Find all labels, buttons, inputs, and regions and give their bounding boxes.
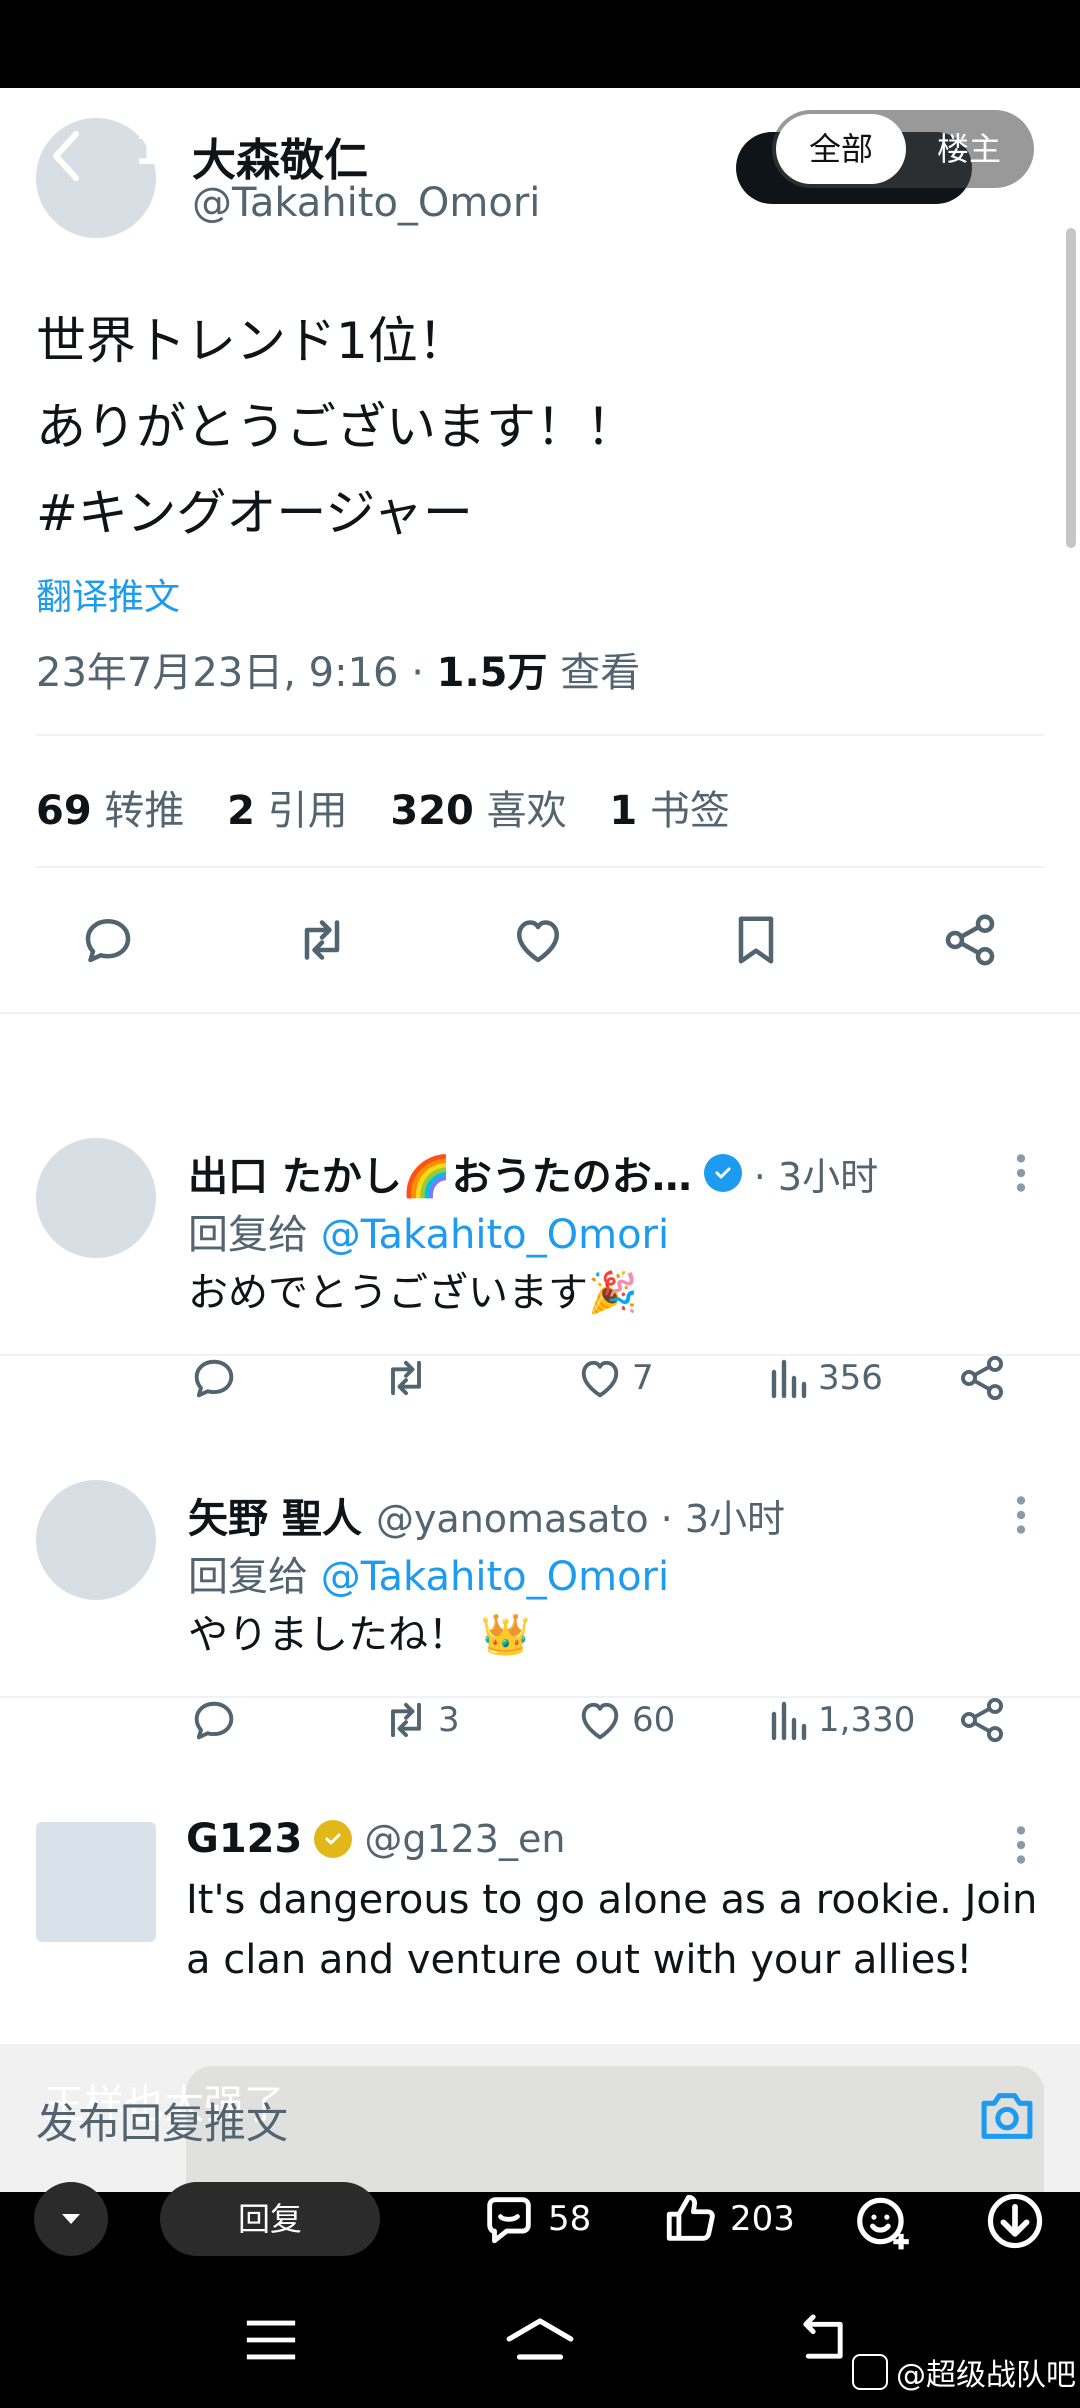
- bookmarks-stat[interactable]: 1 书签: [609, 788, 730, 834]
- collapse-button[interactable]: [34, 2182, 108, 2256]
- back-icon[interactable]: [46, 126, 86, 186]
- reply-item[interactable]: 出口 たかし🌈おうたのお… · 3小时 回复给 @Takahito_Omori …: [0, 1014, 1080, 1401]
- reply-icon[interactable]: [78, 910, 138, 970]
- divider: [36, 734, 1044, 736]
- watermark: @超级战队吧: [852, 2350, 1076, 2394]
- tweet-views-label: 查看: [547, 650, 641, 696]
- likes-stat[interactable]: 320 喜欢: [390, 788, 566, 834]
- status-bar: [0, 0, 1080, 88]
- tweet-views-count: 1.5万: [436, 650, 548, 696]
- reply-time: · 3小时: [753, 1154, 879, 1199]
- camera-icon[interactable]: [976, 2088, 1038, 2144]
- reply-body: おめでとうございます🎉: [188, 1270, 638, 1316]
- promo-author-name[interactable]: G123: [186, 1816, 302, 1862]
- reply-to-line: 回复给 @Takahito_Omori: [188, 1554, 670, 1600]
- thumbs-up-icon: [666, 2194, 715, 2241]
- promo-body: It's dangerous to go alone as a rookie. …: [186, 1877, 1038, 1983]
- comments-action[interactable]: 58: [480, 2190, 591, 2248]
- chevron-down-icon: [62, 2214, 80, 2224]
- tieba-logo-icon: [852, 2354, 888, 2390]
- quotes-stat[interactable]: 2 引用: [227, 788, 348, 834]
- reply-body: やりましたね！ 👑: [188, 1612, 531, 1658]
- retweets-stat[interactable]: 69 转推: [36, 788, 184, 834]
- compose-input[interactable]: 发布回复推文: [36, 2090, 288, 2151]
- share-icon[interactable]: [940, 910, 1000, 970]
- toggle-op[interactable]: 楼主: [906, 114, 1032, 184]
- more-options-icon[interactable]: [1006, 1148, 1036, 1198]
- more-options-icon[interactable]: [1006, 1490, 1036, 1540]
- download-icon[interactable]: [984, 2190, 1046, 2256]
- reply-button[interactable]: 回复: [160, 2182, 380, 2256]
- divider: [36, 866, 1044, 868]
- emoji-add-icon[interactable]: [852, 2190, 914, 2256]
- reply-handle-time: @yanomasato · 3小时: [375, 1496, 785, 1541]
- retweet-icon[interactable]: [292, 910, 352, 970]
- reply-item[interactable]: 矢野 聖人 @yanomasato · 3小时 回复给 @Takahito_Om…: [0, 1356, 1080, 1743]
- reply-author-name[interactable]: 出口 たかし🌈おうたのお…: [188, 1144, 692, 1202]
- verified-badge-icon: [703, 1154, 742, 1192]
- comment-icon: [487, 2197, 531, 2244]
- tweet-stats: 69 转推 2 引用 320 喜欢 1 书签: [36, 778, 730, 836]
- tweet-text-line2: ありがとうございます！！: [36, 398, 636, 456]
- menu-icon[interactable]: [242, 2318, 300, 2366]
- like-icon[interactable]: [508, 910, 568, 970]
- home-icon[interactable]: [504, 2312, 576, 2370]
- scrollbar[interactable]: [1066, 228, 1076, 548]
- more-options-icon[interactable]: [1006, 1820, 1036, 1870]
- toggle-all[interactable]: 全部: [776, 114, 906, 184]
- tweet-text-line1: 世界トレンド1位！: [36, 312, 468, 370]
- back-nav-icon[interactable]: [796, 2314, 850, 2368]
- reply-to-line: 回复给 @Takahito_Omori: [188, 1212, 670, 1258]
- author-handle[interactable]: @Takahito_Omori: [192, 180, 540, 226]
- tweet-date: 23年7月23日, 9:16 ·: [36, 650, 437, 696]
- reply-to-mention[interactable]: @Takahito_Omori: [321, 1212, 669, 1258]
- verified-badge-icon: [314, 1820, 353, 1858]
- reply-header: 矢野 聖人 @yanomasato · 3小时: [188, 1486, 785, 1544]
- watermark-text: @超级战队吧: [896, 2358, 1076, 2393]
- bookmark-icon[interactable]: [726, 910, 786, 970]
- thumbs-up-action[interactable]: 203: [662, 2190, 795, 2248]
- promo-header: G123 @g123_en: [186, 1816, 565, 1862]
- promo-handle: @g123_en: [364, 1817, 566, 1861]
- promo-avatar[interactable]: [36, 1822, 156, 1942]
- likes-count: 203: [730, 2199, 795, 2239]
- reply-header: 出口 たかし🌈おうたのお… · 3小时: [188, 1144, 878, 1202]
- reply-avatar[interactable]: [36, 1138, 156, 1258]
- tweet-meta: 23年7月23日, 9:16 · 1.5万 查看: [36, 640, 640, 698]
- comments-count: 58: [548, 2199, 592, 2239]
- reply-author-name[interactable]: 矢野 聖人: [188, 1486, 362, 1544]
- reply-to-mention[interactable]: @Takahito_Omori: [321, 1554, 669, 1600]
- author-name[interactable]: 大森敬仁: [192, 124, 368, 188]
- tweet-screen: 1/1 大森敬仁 @Takahito_Omori 世界トレンド1位！ ありがとう…: [0, 88, 1080, 2192]
- reply-avatar[interactable]: [36, 1480, 156, 1600]
